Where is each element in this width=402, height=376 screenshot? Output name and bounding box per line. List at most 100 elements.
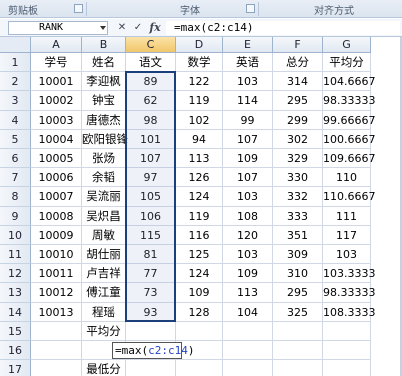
name-box-dropdown-icon[interactable] xyxy=(100,26,106,30)
table-cell[interactable]: 10004 xyxy=(31,129,82,149)
table-cell[interactable]: 李迎枫 xyxy=(82,72,126,92)
row-header-10[interactable]: 10 xyxy=(0,225,31,245)
row-header-9[interactable]: 9 xyxy=(0,206,31,226)
table-cell[interactable]: 10010 xyxy=(31,245,82,265)
table-cell[interactable]: 128 xyxy=(176,302,223,322)
clipboard-launcher-icon[interactable] xyxy=(74,4,83,13)
table-cell[interactable]: 333 xyxy=(273,206,323,226)
empty-cell[interactable] xyxy=(176,321,223,341)
table-cell[interactable]: 93 xyxy=(126,302,176,322)
empty-cell[interactable] xyxy=(223,360,273,376)
table-cell[interactable]: 107 xyxy=(223,129,273,149)
table-cell[interactable]: 107 xyxy=(223,168,273,188)
table-header-cell[interactable]: 平均分 xyxy=(323,53,371,73)
table-header-cell[interactable]: 数学 xyxy=(176,53,223,73)
table-cell[interactable]: 10002 xyxy=(31,91,82,111)
table-cell[interactable]: 351 xyxy=(273,225,323,245)
table-cell[interactable]: 302 xyxy=(273,129,323,149)
row-header-7[interactable]: 7 xyxy=(0,168,31,188)
row-header-4[interactable]: 4 xyxy=(0,110,31,130)
table-cell[interactable]: 295 xyxy=(273,283,323,303)
empty-cell[interactable] xyxy=(31,321,82,341)
table-cell[interactable]: 10013 xyxy=(31,302,82,322)
table-cell[interactable]: 109 xyxy=(223,149,273,169)
table-cell[interactable]: 101 xyxy=(126,129,176,149)
row-header-1[interactable]: 1 xyxy=(0,53,31,73)
row-header-3[interactable]: 3 xyxy=(0,91,31,111)
table-cell[interactable]: 119 xyxy=(176,91,223,111)
column-header-c[interactable]: C xyxy=(126,37,176,53)
table-cell[interactable]: 98.33333 xyxy=(323,283,376,303)
table-cell[interactable]: 73 xyxy=(126,283,176,303)
empty-cell[interactable] xyxy=(323,341,371,361)
table-cell[interactable]: 124 xyxy=(176,264,223,284)
table-cell[interactable]: 109.6667 xyxy=(323,149,376,169)
table-cell[interactable]: 119 xyxy=(176,206,223,226)
table-cell[interactable]: 325 xyxy=(273,302,323,322)
column-header-f[interactable]: F xyxy=(273,37,323,53)
table-cell[interactable]: 120 xyxy=(223,225,273,245)
table-cell[interactable]: 77 xyxy=(126,264,176,284)
table-header-cell[interactable]: 语文 xyxy=(126,53,176,73)
table-cell[interactable]: 113 xyxy=(176,149,223,169)
table-cell[interactable]: 107 xyxy=(126,149,176,169)
table-cell[interactable]: 10001 xyxy=(31,72,82,92)
table-cell[interactable]: 卢吉祥 xyxy=(82,264,126,284)
table-cell[interactable]: 吴炽昌 xyxy=(82,206,126,226)
table-cell[interactable]: 10009 xyxy=(31,225,82,245)
table-cell[interactable]: 309 xyxy=(273,245,323,265)
table-cell[interactable]: 103 xyxy=(223,72,273,92)
empty-cell[interactable] xyxy=(31,341,82,361)
label-cell[interactable]: 平均分 xyxy=(82,321,126,341)
row-header-11[interactable]: 11 xyxy=(0,245,31,265)
table-cell[interactable]: 102 xyxy=(176,110,223,130)
table-cell[interactable]: 10012 xyxy=(31,283,82,303)
table-cell[interactable]: 胡仕丽 xyxy=(82,245,126,265)
table-cell[interactable]: 104 xyxy=(223,302,273,322)
table-cell[interactable]: 100.6667 xyxy=(323,129,376,149)
table-cell[interactable]: 329 xyxy=(273,149,323,169)
table-cell[interactable]: 109 xyxy=(223,264,273,284)
empty-cell[interactable] xyxy=(323,360,371,376)
table-cell[interactable]: 唐德杰 xyxy=(82,110,126,130)
table-cell[interactable]: 104.6667 xyxy=(323,72,376,92)
table-cell[interactable]: 62 xyxy=(126,91,176,111)
column-header-g[interactable]: G xyxy=(323,37,371,53)
empty-cell[interactable] xyxy=(223,321,273,341)
row-header-16[interactable]: 16 xyxy=(0,341,31,361)
active-cell-editor[interactable]: =max(c2:c14) xyxy=(112,342,195,360)
table-header-cell[interactable]: 姓名 xyxy=(82,53,126,73)
row-header-6[interactable]: 6 xyxy=(0,149,31,169)
table-header-cell[interactable]: 总分 xyxy=(273,53,323,73)
row-header-13[interactable]: 13 xyxy=(0,283,31,303)
table-cell[interactable]: 89 xyxy=(126,72,176,92)
row-header-12[interactable]: 12 xyxy=(0,264,31,284)
table-header-cell[interactable]: 学号 xyxy=(31,53,82,73)
select-all-corner[interactable] xyxy=(0,37,31,53)
table-cell[interactable]: 310 xyxy=(273,264,323,284)
name-box[interactable]: RANK xyxy=(8,21,108,35)
table-cell[interactable]: 108.3333 xyxy=(323,302,376,322)
table-cell[interactable]: 122 xyxy=(176,72,223,92)
table-cell[interactable]: 110.6667 xyxy=(323,187,376,207)
table-cell[interactable]: 115 xyxy=(126,225,176,245)
table-cell[interactable]: 113 xyxy=(223,283,273,303)
ribbon-group-alignment[interactable]: 对齐方式 xyxy=(314,2,354,17)
row-header-14[interactable]: 14 xyxy=(0,302,31,322)
table-cell[interactable]: 周敏 xyxy=(82,225,126,245)
empty-cell[interactable] xyxy=(223,341,273,361)
empty-cell[interactable] xyxy=(323,321,371,341)
table-cell[interactable]: 99.66667 xyxy=(323,110,376,130)
table-cell[interactable]: 钟宝 xyxy=(82,91,126,111)
table-cell[interactable]: 10007 xyxy=(31,187,82,207)
formula-input[interactable]: =max(c2:c14) xyxy=(166,21,400,35)
table-cell[interactable]: 余韬 xyxy=(82,168,126,188)
row-header-15[interactable]: 15 xyxy=(0,321,31,341)
table-cell[interactable]: 吴流丽 xyxy=(82,187,126,207)
table-cell[interactable]: 124 xyxy=(176,187,223,207)
table-cell[interactable]: 10006 xyxy=(31,168,82,188)
table-cell[interactable]: 98 xyxy=(126,110,176,130)
enter-icon[interactable]: ✓ xyxy=(132,22,144,34)
ribbon-group-clipboard[interactable]: 剪贴板 xyxy=(8,2,38,17)
cancel-icon[interactable]: ✕ xyxy=(116,22,128,34)
